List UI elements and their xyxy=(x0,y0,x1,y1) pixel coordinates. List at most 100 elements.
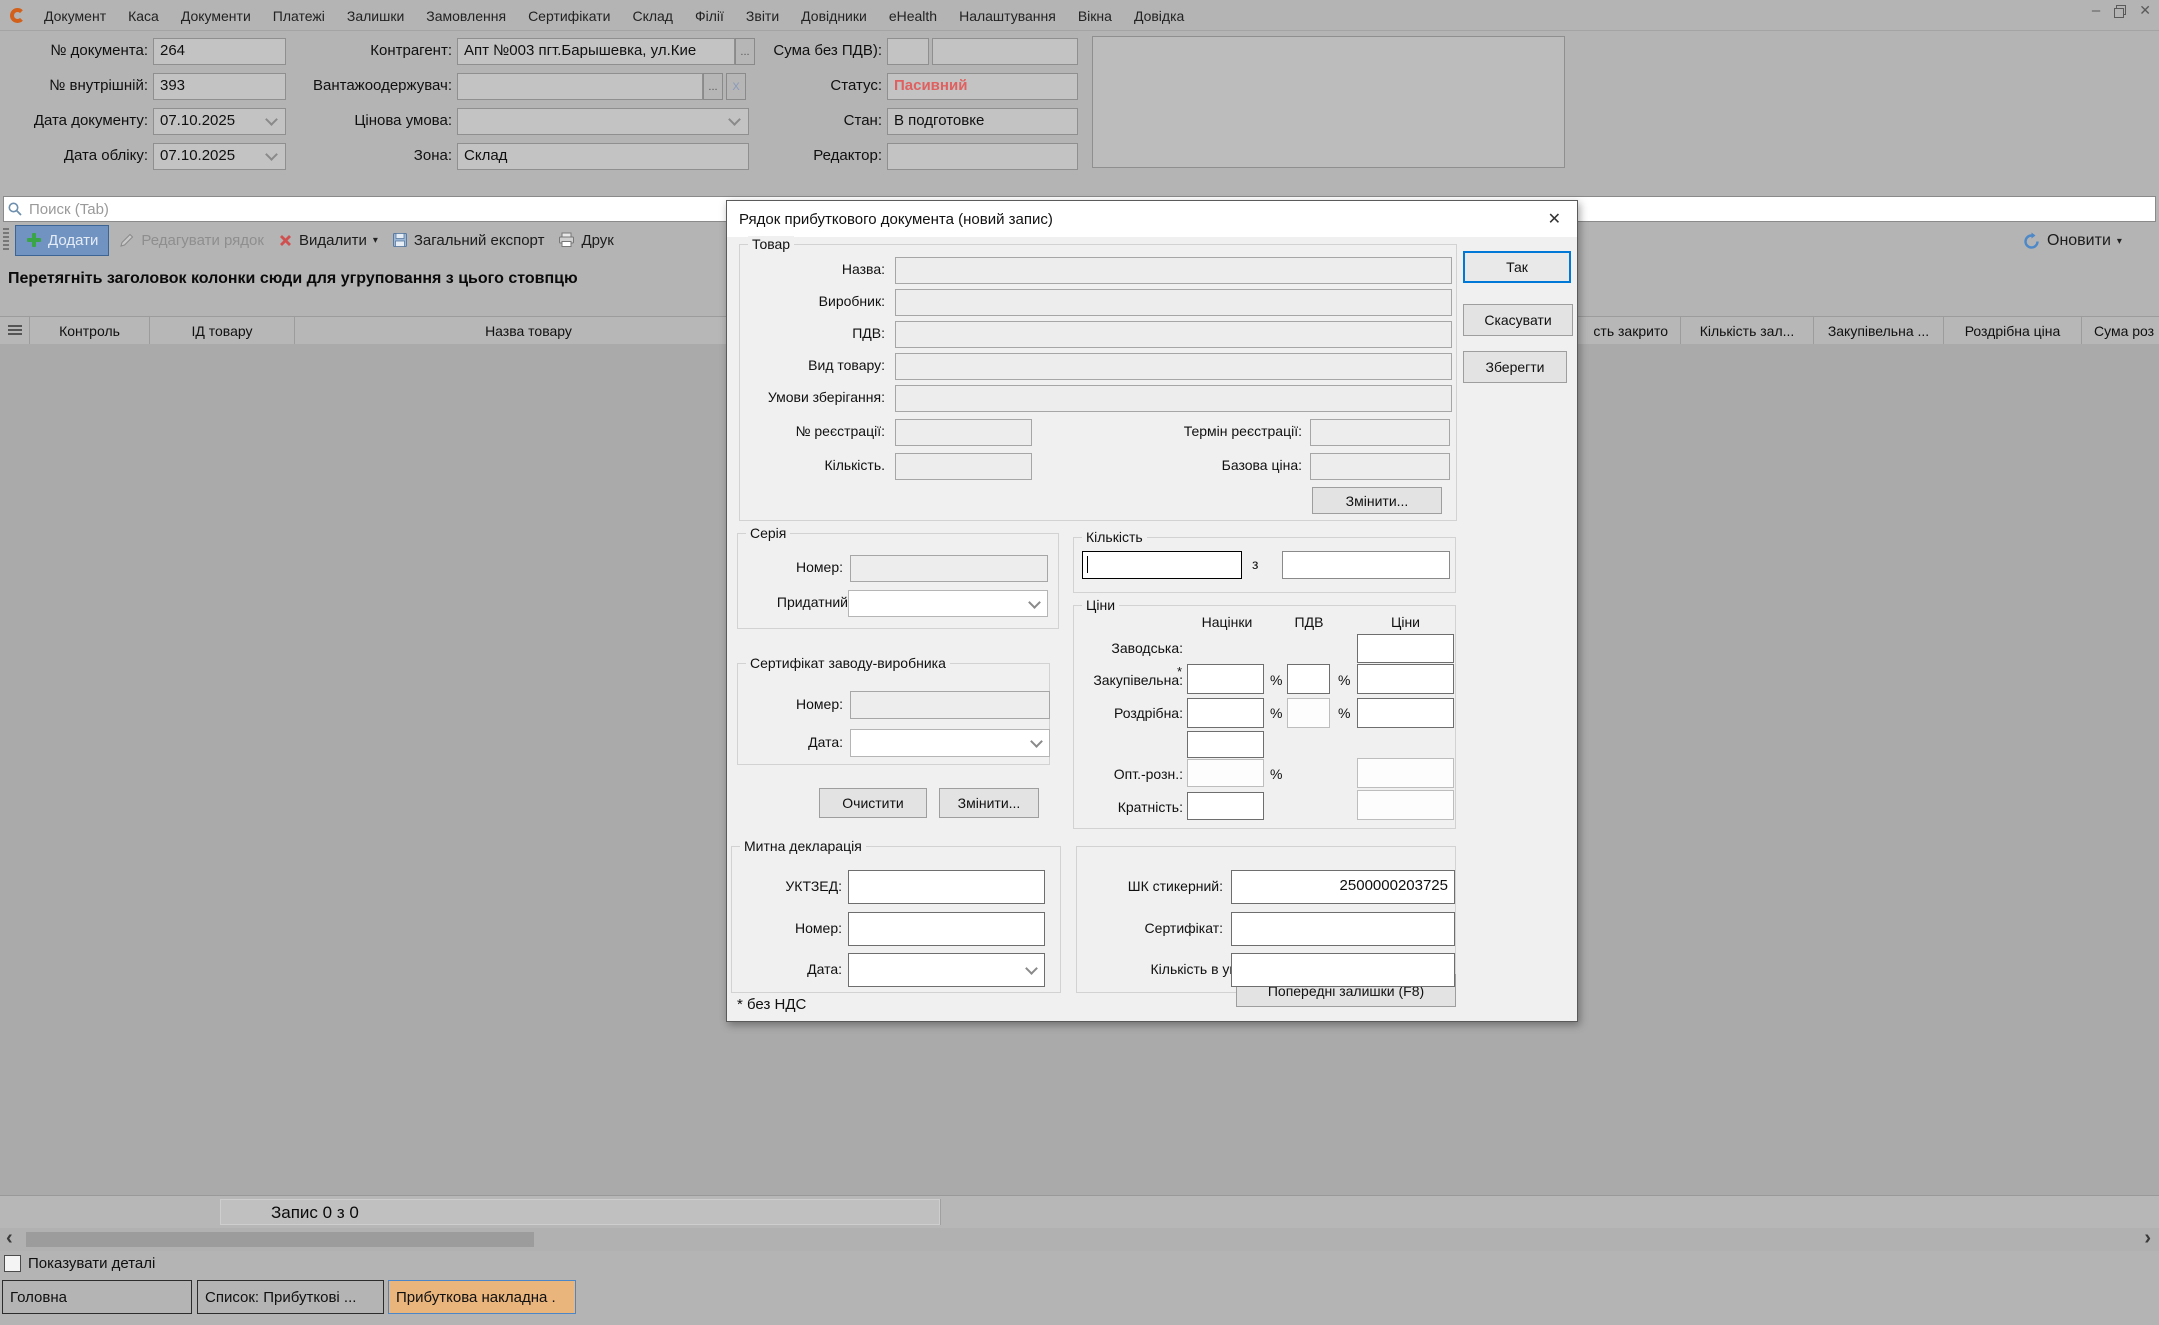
scroll-right-icon[interactable]: › xyxy=(2144,1227,2151,1250)
extra-markup-field[interactable] xyxy=(1187,731,1264,758)
price-condition-field[interactable] xyxy=(457,108,749,135)
certificate-number-field[interactable] xyxy=(850,691,1050,719)
column-header-qty-left[interactable]: Кількість зал... xyxy=(1681,317,1814,344)
dialog-title-bar[interactable]: Рядок прибуткового документа (новий запи… xyxy=(727,201,1577,237)
close-icon[interactable]: ✕ xyxy=(2139,2,2151,19)
product-name-field[interactable] xyxy=(895,257,1452,284)
minimize-icon[interactable]: – xyxy=(2092,2,2100,19)
product-type-field[interactable] xyxy=(895,353,1452,380)
tab-income-list[interactable]: Список: Прибуткові ... xyxy=(197,1280,384,1314)
series-number-field[interactable] xyxy=(850,555,1048,582)
wholesale-price-field[interactable] xyxy=(1357,758,1454,788)
quantity-group: Кількість з xyxy=(1073,537,1456,593)
contractor-field[interactable]: Апт №003 пгт.Барышевка, ул.Кие xyxy=(457,38,735,65)
doc-number-field[interactable]: 264 xyxy=(153,38,286,65)
wholesale-label: Опт.-розн.: xyxy=(1074,766,1183,782)
purchase-price-field[interactable] xyxy=(1357,664,1454,694)
print-button[interactable]: Друк xyxy=(558,232,613,249)
scroll-left-icon[interactable]: ‹ xyxy=(6,1227,13,1250)
multiplicity-field[interactable] xyxy=(1187,792,1264,820)
menu-item-ehealth[interactable]: eHealth xyxy=(878,3,948,28)
column-header-control[interactable]: Контроль xyxy=(30,317,150,344)
state-field: В подготовке xyxy=(887,108,1078,135)
certificate-clear-button[interactable]: Очистити xyxy=(819,788,927,818)
customs-number-field[interactable] xyxy=(848,912,1045,946)
toolbar-grip[interactable] xyxy=(3,228,9,252)
scrollbar-thumb[interactable] xyxy=(26,1232,534,1247)
menu-item-orders[interactable]: Замовлення xyxy=(415,3,517,28)
edit-row-button[interactable]: Редагувати рядок xyxy=(119,232,264,249)
refresh-button[interactable]: Оновити ▾ xyxy=(2022,228,2122,254)
status-separator xyxy=(940,1199,941,1225)
retail-vat-percent: % xyxy=(1338,705,1350,721)
internal-number-field[interactable]: 393 xyxy=(153,73,286,100)
customs-number-label: Номер: xyxy=(732,920,842,936)
cancel-button[interactable]: Скасувати xyxy=(1463,304,1573,336)
column-header-product-name[interactable]: Назва товару xyxy=(295,317,763,344)
retail-vat-field[interactable] xyxy=(1287,698,1330,728)
close-icon[interactable]: ✕ xyxy=(1548,209,1561,229)
series-valid-dropdown[interactable] xyxy=(848,590,1048,617)
export-button[interactable]: Загальний експорт xyxy=(392,232,545,249)
menu-item-warehouse[interactable]: Склад xyxy=(621,3,684,28)
purchase-vat-field[interactable] xyxy=(1287,664,1330,694)
retail-markup-field[interactable] xyxy=(1187,698,1264,728)
factory-price-field[interactable] xyxy=(1357,634,1454,663)
reg-number-field[interactable] xyxy=(895,419,1032,446)
quantity-input[interactable] xyxy=(1082,551,1242,579)
zone-field[interactable]: Склад xyxy=(457,143,749,170)
quantity-total-field[interactable] xyxy=(1282,551,1450,579)
menu-item-stock[interactable]: Залишки xyxy=(336,3,415,28)
certificate-date-dropdown[interactable] xyxy=(850,729,1050,757)
column-header-retail-sum[interactable]: Сума роз xyxy=(2082,317,2159,344)
product-quantity-field[interactable] xyxy=(895,453,1032,480)
pack-quantity-field[interactable] xyxy=(1231,953,1455,987)
menu-item-payments[interactable]: Платежі xyxy=(262,3,336,28)
column-header-retail-price[interactable]: Роздрібна ціна xyxy=(1944,317,2082,344)
manufacturer-field[interactable] xyxy=(895,289,1452,316)
tab-home[interactable]: Головна xyxy=(2,1280,192,1314)
account-date-field[interactable]: 07.10.2025 xyxy=(153,143,286,170)
column-header-product-id[interactable]: ІД товару xyxy=(150,317,295,344)
storage-conditions-field[interactable] xyxy=(895,385,1452,412)
reg-term-field[interactable] xyxy=(1310,419,1450,446)
ok-button[interactable]: Так xyxy=(1463,251,1571,283)
product-change-button[interactable]: Змінити... xyxy=(1312,487,1442,514)
uktzed-field[interactable] xyxy=(848,870,1045,904)
menu-item-directories[interactable]: Довідники xyxy=(790,3,878,28)
restore-icon[interactable] xyxy=(2114,5,2125,16)
menu-item-document[interactable]: Документ xyxy=(33,3,117,28)
menu-item-reports[interactable]: Звіти xyxy=(735,3,790,28)
menu-item-help[interactable]: Довідка xyxy=(1123,3,1195,28)
menu-item-windows[interactable]: Вікна xyxy=(1067,3,1123,28)
details-checkbox-label[interactable]: Показувати деталі xyxy=(28,1255,155,1272)
menu-item-settings[interactable]: Налаштування xyxy=(948,3,1067,28)
tab-income-invoice[interactable]: Прибуткова накладна . xyxy=(388,1280,576,1314)
customs-date-dropdown[interactable] xyxy=(848,953,1045,987)
storage-conditions-label: Умови зберігання: xyxy=(740,389,885,405)
details-checkbox[interactable] xyxy=(4,1255,21,1272)
add-button[interactable]: Додати xyxy=(15,225,109,256)
retail-price-field[interactable] xyxy=(1357,698,1454,728)
menu-item-branches[interactable]: Філії xyxy=(684,3,735,28)
base-price-field[interactable] xyxy=(1310,453,1450,480)
menu-item-certificates[interactable]: Сертифікати xyxy=(517,3,621,28)
wholesale-markup-field[interactable] xyxy=(1187,759,1264,787)
sticker-barcode-field[interactable]: 2500000203725 xyxy=(1231,870,1455,904)
row-grip-icon xyxy=(8,325,22,336)
sticker-certificate-field[interactable] xyxy=(1231,912,1455,946)
menu-item-documents[interactable]: Документи xyxy=(170,3,262,28)
purchase-markup-field[interactable] xyxy=(1187,664,1264,694)
vat-field[interactable] xyxy=(895,321,1452,348)
column-header-grip[interactable] xyxy=(0,317,30,344)
multiplicity-price-field[interactable] xyxy=(1357,790,1454,820)
certificate-change-button[interactable]: Змінити... xyxy=(939,788,1039,818)
save-button[interactable]: Зберегти xyxy=(1463,351,1567,383)
price-condition-label: Цінова умова: xyxy=(290,112,452,129)
column-header-purchase-price[interactable]: Закупівельна ... xyxy=(1814,317,1944,344)
doc-date-field[interactable]: 07.10.2025 xyxy=(153,108,286,135)
consignee-lookup-button[interactable]: ... xyxy=(703,73,723,100)
delete-button[interactable]: Видалити ▾ xyxy=(278,232,378,249)
consignee-field[interactable] xyxy=(457,73,703,100)
menu-item-kasa[interactable]: Каса xyxy=(117,3,170,28)
